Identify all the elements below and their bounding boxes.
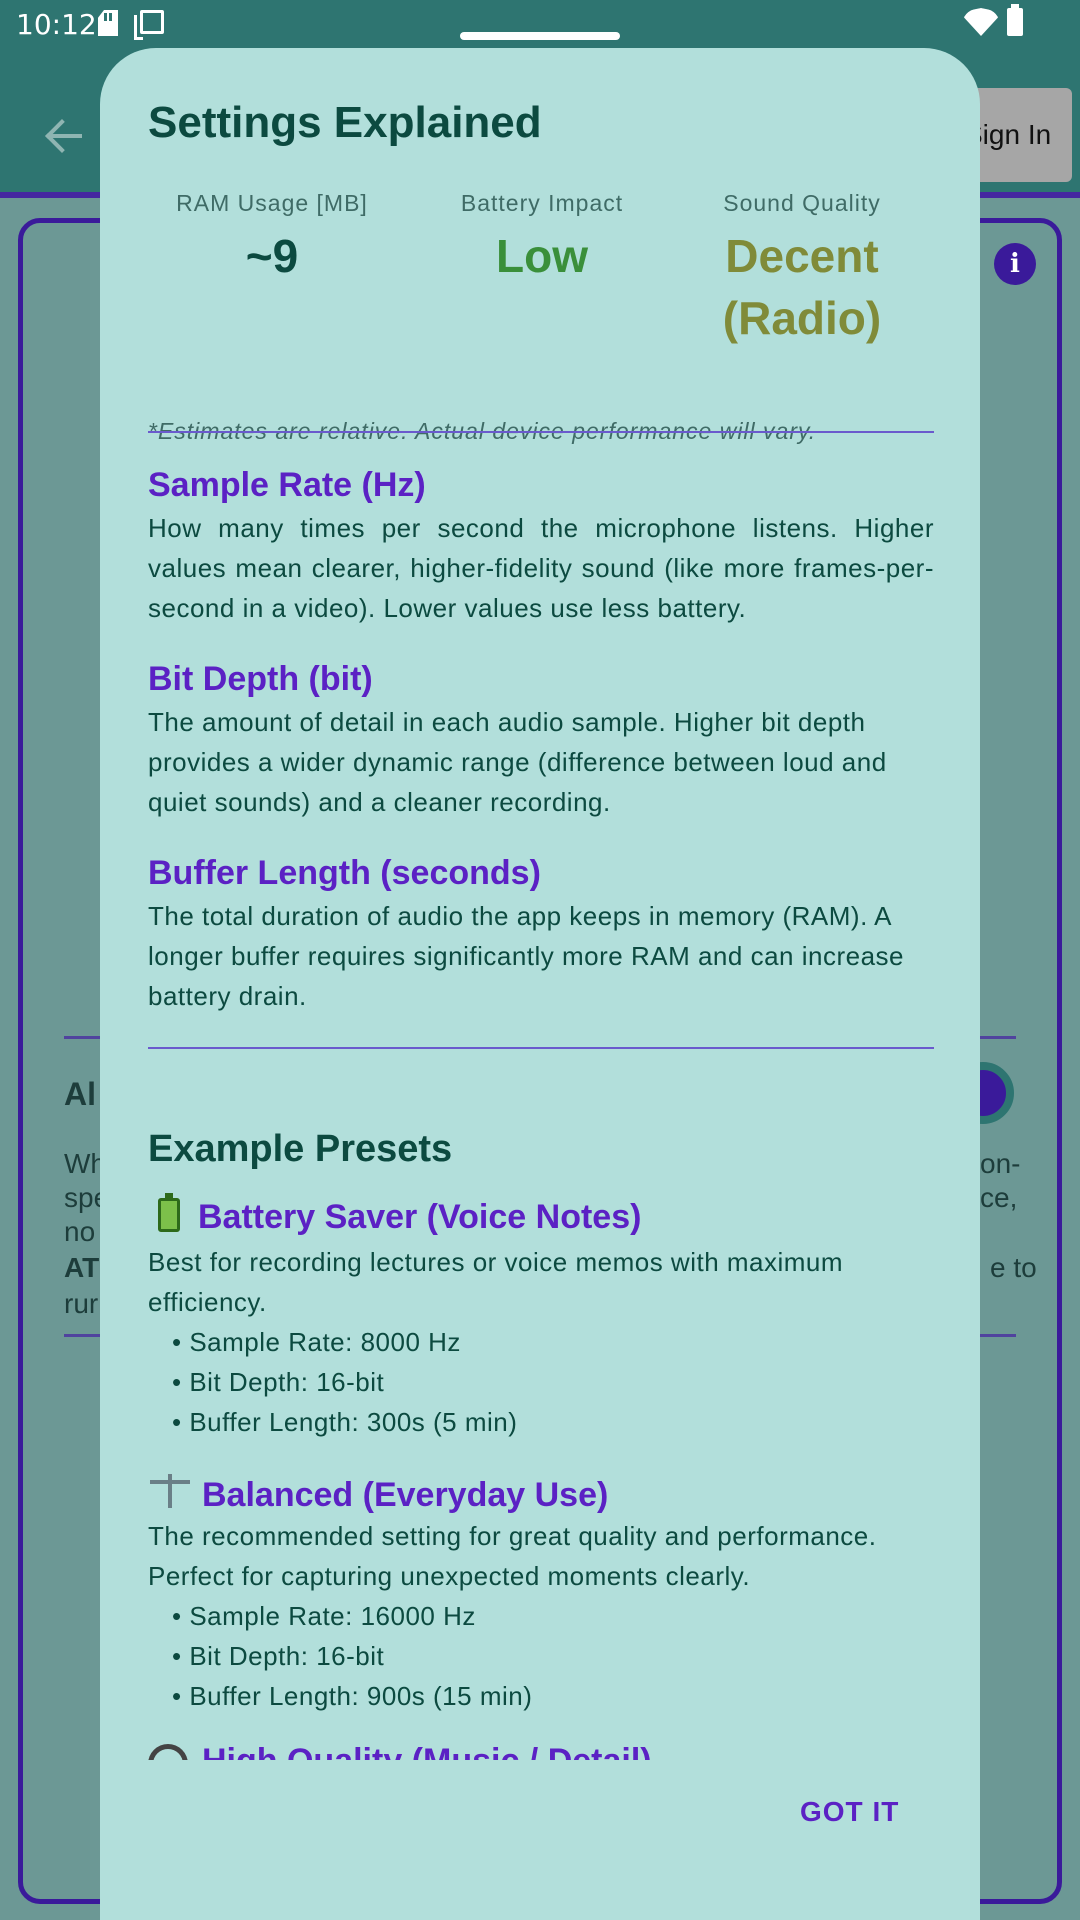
preset-bullet: • Bit Depth: 16-bit <box>172 1641 385 1671</box>
background-text: AT <box>64 1252 100 1283</box>
presets-heading: Example Presets <box>148 1128 453 1170</box>
preset-description: The recommended setting for great qualit… <box>148 1521 877 1591</box>
preset-title: Battery Saver (Voice Notes) <box>148 1193 642 1237</box>
got-it-button[interactable]: GOT IT <box>800 1796 899 1828</box>
stat-label: RAM Usage [MB] <box>176 190 368 216</box>
preset-bullet: • Sample Rate: 8000 Hz <box>172 1327 461 1357</box>
section-title: Buffer Length (seconds) <box>148 854 541 892</box>
preset-bullet: • Bit Depth: 16-bit <box>172 1367 385 1397</box>
background-text: on- <box>980 1148 1021 1179</box>
preset-description: Best for recording lectures or voice mem… <box>148 1247 844 1317</box>
preset-title-text: Battery Saver (Voice Notes) <box>198 1198 642 1236</box>
status-time: 10:12 <box>16 8 97 41</box>
stat-value: Low <box>496 230 588 282</box>
stat-label: Sound Quality <box>723 190 881 216</box>
section-body: The total duration of audio the app keep… <box>148 901 904 1011</box>
section-body: How many times per second the microphone… <box>148 513 934 623</box>
stats-row: RAM Usage [MB] ~9 Battery Impact Low Sou… <box>148 190 934 390</box>
preset-bullet: • Buffer Length: 300s (5 min) <box>172 1407 518 1437</box>
preset-title: Balanced (Everyday Use) <box>148 1472 608 1515</box>
preset-bullet: • Buffer Length: 900s (15 min) <box>172 1681 533 1711</box>
section-title: Bit Depth (bit) <box>148 660 373 698</box>
wifi-icon <box>963 8 999 36</box>
back-arrow-icon[interactable] <box>44 116 84 156</box>
dialog-title: Settings Explained <box>148 98 542 147</box>
background-text: Al <box>64 1076 96 1112</box>
stat-label: Battery Impact <box>460 190 624 216</box>
status-bar: 10:12 <box>0 0 1080 48</box>
battery-icon <box>1007 4 1023 36</box>
sheet-drag-handle[interactable] <box>460 32 620 40</box>
stat-value: Decent (Radio) <box>722 230 882 344</box>
preset-bullet: • Sample Rate: 16000 Hz <box>172 1601 476 1631</box>
background-text: rur <box>64 1288 99 1319</box>
stat-value: ~9 <box>245 230 299 282</box>
screenshot-icon <box>134 10 164 40</box>
balance-scale-icon <box>148 1472 192 1510</box>
sd-card-icon <box>98 10 118 36</box>
section-title: Sample Rate (Hz) <box>148 466 426 504</box>
background-text: no <box>64 1216 96 1247</box>
background-text: e to <box>990 1252 1037 1283</box>
section-divider <box>148 1047 934 1049</box>
ram-usage-stat: RAM Usage [MB] ~9 <box>142 190 402 287</box>
battery-impact-stat: Battery Impact Low <box>412 190 672 287</box>
section-divider <box>148 431 934 433</box>
background-text: ce, <box>980 1182 1018 1213</box>
info-icon[interactable]: i <box>994 243 1036 285</box>
settings-explained-sheet: Settings Explained RAM Usage [MB] ~9 Bat… <box>100 48 980 1920</box>
battery-icon <box>158 1193 180 1232</box>
sound-quality-stat: Sound Quality Decent (Radio) <box>672 190 932 349</box>
section-body: The amount of detail in each audio sampl… <box>148 707 887 817</box>
preset-title-text: Balanced (Everyday Use) <box>202 1476 609 1514</box>
